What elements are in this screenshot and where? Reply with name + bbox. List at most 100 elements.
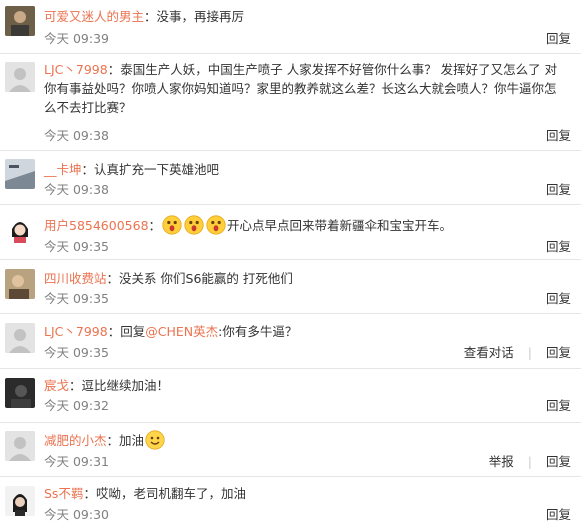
comment-actions: 回复	[532, 127, 571, 145]
surprised-emoji-icon	[184, 215, 204, 235]
comment-content: LJC丶7998：泰国生产人妖，中国生产喷子 人家发挥不好管你什么事？ 发挥好了…	[44, 60, 561, 117]
comment-meta: 今天 09:35 回复	[44, 238, 571, 256]
comment-content: 减肥的小杰：加油	[44, 430, 561, 450]
comment-item: 可爱又迷人的男主：没事，再接再厉 今天 09:39 回复	[0, 0, 581, 54]
comment-meta: 今天 09:39 回复	[44, 30, 571, 48]
comment-username[interactable]: Ss不羁	[44, 486, 83, 501]
default-avatar-icon[interactable]	[5, 323, 35, 353]
report-button[interactable]: 举报	[489, 454, 514, 469]
comment-meta: 今天 09:30 回复	[44, 506, 571, 524]
avatar-photo-icon[interactable]	[5, 269, 35, 299]
comment-username[interactable]: 四川收费站	[44, 271, 107, 286]
view-conversation-link[interactable]: 查看对话	[464, 345, 514, 360]
comment-username[interactable]: LJC丶7998	[44, 62, 108, 77]
comment-actions: 回复	[532, 506, 571, 524]
comment-meta: 今天 09:38 回复	[44, 127, 571, 145]
reply-prefix: 回复	[120, 324, 146, 339]
comment-actions: 回复	[532, 238, 571, 256]
comment-item: Ss不羁：哎呦，老司机翻车了，加油 今天 09:30 回复	[0, 477, 581, 527]
avatar-photo-icon[interactable]	[5, 6, 35, 36]
comment-text: 哎呦，老司机翻车了，加油	[95, 486, 246, 501]
comment-actions: 回复	[532, 290, 571, 308]
comment-actions: 查看对话 | 回复	[450, 344, 571, 362]
comment-username[interactable]: __卡坤	[44, 162, 82, 177]
comment-time: 今天 09:31	[44, 454, 109, 469]
comment-text: 认真扩充一下英雄池吧	[94, 162, 220, 177]
comment-actions: 回复	[532, 181, 571, 199]
comment-meta: 今天 09:38 回复	[44, 181, 571, 199]
comment-meta: 今天 09:35 回复	[44, 290, 571, 308]
comment-content: 宸戈：逗比继续加油！	[44, 376, 561, 395]
colon: ：	[83, 486, 96, 501]
reply-button[interactable]: 回复	[546, 239, 571, 254]
comment-time: 今天 09:35	[44, 239, 109, 254]
reply-button[interactable]: 回复	[546, 398, 571, 413]
colon: ：	[148, 218, 162, 233]
colon: ：	[106, 271, 120, 286]
comment-text: 没事，再接再厉	[156, 9, 245, 24]
comment-time: 今天 09:38	[44, 182, 109, 197]
comment-time: 今天 09:35	[44, 291, 109, 306]
comment-time: 今天 09:30	[44, 507, 109, 522]
comment-content: Ss不羁：哎呦，老司机翻车了，加油	[44, 484, 561, 503]
comment-meta: 今天 09:32 回复	[44, 397, 571, 415]
comment-time: 今天 09:35	[44, 345, 109, 360]
colon: ：	[69, 378, 82, 393]
comment-content: 可爱又迷人的男主：没事，再接再厉	[44, 7, 561, 26]
reply-button[interactable]: 回复	[546, 182, 571, 197]
colon: ：	[81, 162, 95, 177]
comment-item: __卡坤：认真扩充一下英雄池吧 今天 09:38 回复	[0, 151, 581, 205]
comment-item: 减肥的小杰：加油 今天 09:31 举报 | 回复	[0, 423, 581, 477]
comment-item: 四川收费站：没关系 你们S6能赢的 打死他们 今天 09:35 回复	[0, 260, 581, 314]
surprised-emoji-icon	[206, 215, 226, 235]
comment-time: 今天 09:32	[44, 398, 109, 413]
comment-username[interactable]: LJC丶7998	[44, 324, 108, 339]
colon: ：	[106, 433, 120, 448]
comment-list: 可爱又迷人的男主：没事，再接再厉 今天 09:39 回复 LJC丶7998：泰国…	[0, 0, 581, 522]
comment-text: 加油	[119, 433, 145, 448]
action-separator: |	[527, 345, 532, 360]
surprised-emoji-icon	[162, 215, 182, 235]
comment-text: 开心点早点回来带着新疆伞和宝宝开车。	[227, 218, 453, 233]
colon: ：	[144, 9, 157, 24]
avatar-photo-icon[interactable]	[5, 159, 35, 189]
comment-username[interactable]: 减肥的小杰	[44, 433, 107, 448]
colon: ：	[107, 62, 121, 77]
comment-text: 没关系 你们S6能赢的 打死他们	[119, 271, 293, 286]
avatar-photo-icon[interactable]	[5, 213, 35, 243]
reply-button[interactable]: 回复	[546, 291, 571, 306]
comment-username[interactable]: 宸戈	[44, 378, 69, 393]
comment-actions: 举报 | 回复	[475, 453, 571, 471]
default-avatar-icon[interactable]	[5, 431, 35, 461]
comment-item: 用户5854600568： 开心点早点回来带着新疆伞和宝宝开车。 今天 09:3…	[0, 205, 581, 260]
action-separator: |	[527, 454, 532, 469]
comment-item: LJC丶7998：泰国生产人妖，中国生产喷子 人家发挥不好管你什么事？ 发挥好了…	[0, 54, 581, 151]
reply-button[interactable]: 回复	[546, 31, 571, 46]
avatar-photo-icon[interactable]	[5, 486, 35, 516]
comment-item: LJC丶7998：回复@CHEN英杰:你有多牛逼？ 今天 09:35 查看对话 |…	[0, 314, 581, 369]
comment-time: 今天 09:38	[44, 128, 109, 143]
comment-content: 四川收费站：没关系 你们S6能赢的 打死他们	[44, 269, 561, 288]
comment-content: __卡坤：认真扩充一下英雄池吧	[44, 160, 561, 179]
reply-button[interactable]: 回复	[546, 128, 571, 143]
reply-button[interactable]: 回复	[546, 345, 571, 360]
comment-actions: 回复	[532, 397, 571, 415]
mention-link[interactable]: @CHEN英杰	[145, 324, 218, 339]
comment-content: 用户5854600568： 开心点早点回来带着新疆伞和宝宝开车。	[44, 215, 561, 235]
comment-text: 泰国生产人妖，中国生产喷子 人家发挥不好管你什么事？ 发挥好了又怎么了 对你有事…	[44, 62, 558, 115]
avatar-photo-icon[interactable]	[5, 378, 35, 408]
comment-item: 宸戈：逗比继续加油！ 今天 09:32 回复	[0, 369, 581, 423]
comment-username[interactable]: 可爱又迷人的男主	[44, 9, 144, 24]
comment-meta: 今天 09:35 查看对话 | 回复	[44, 344, 571, 362]
colon: ：	[107, 324, 121, 339]
default-avatar-icon[interactable]	[5, 62, 35, 92]
comment-username[interactable]: 用户5854600568	[44, 218, 149, 233]
reply-button[interactable]: 回复	[546, 507, 571, 522]
reply-button[interactable]: 回复	[546, 454, 571, 469]
comment-actions: 回复	[532, 30, 571, 48]
comment-time: 今天 09:39	[44, 31, 109, 46]
comment-text: 逗比继续加油！	[81, 378, 170, 393]
comment-meta: 今天 09:31 举报 | 回复	[44, 453, 571, 471]
comment-text: :你有多牛逼？	[218, 324, 298, 339]
comment-content: LJC丶7998：回复@CHEN英杰:你有多牛逼？	[44, 322, 561, 341]
